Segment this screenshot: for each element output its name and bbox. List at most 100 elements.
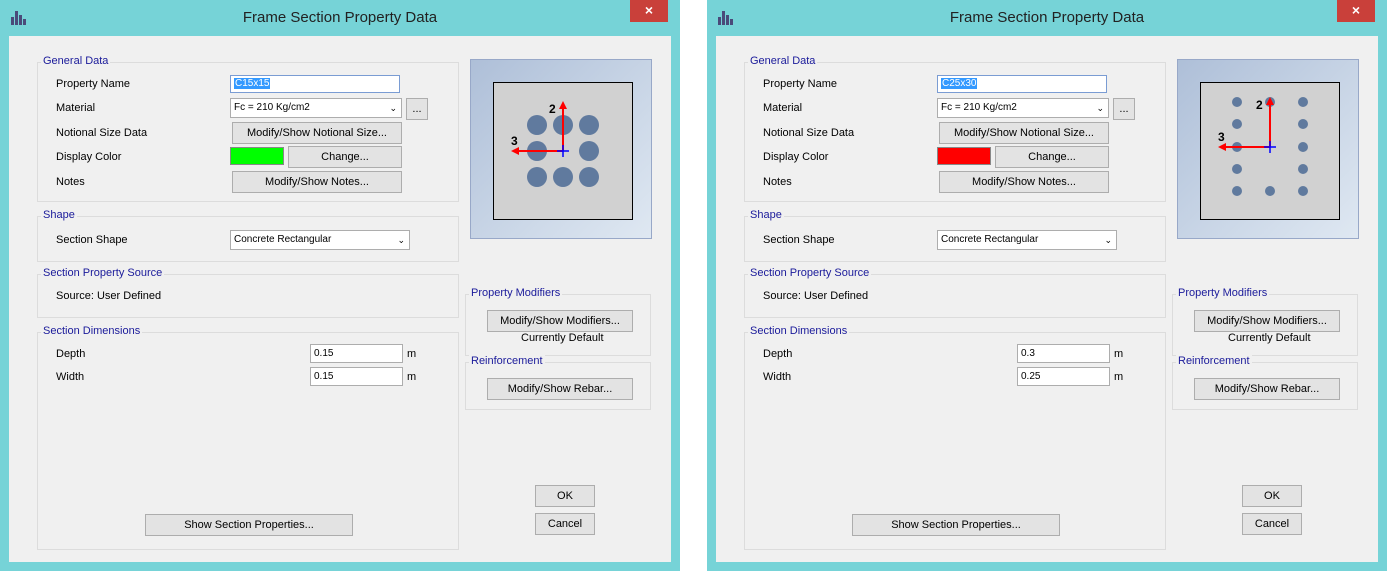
material-select[interactable]: Fc = 210 Kg/cm2 ⌄ <box>230 98 402 118</box>
axis-2-label: 2 <box>1256 98 1263 112</box>
ok-button[interactable]: OK <box>535 485 595 507</box>
general-data-legend: General Data <box>748 55 818 67</box>
depth-input[interactable]: 0.15 <box>310 344 403 363</box>
close-button[interactable]: × <box>630 0 668 22</box>
axis-3-label: 3 <box>1218 130 1225 144</box>
section-property-source-legend: Section Property Source <box>41 267 165 279</box>
display-color-label: Display Color <box>763 151 829 163</box>
section-dimensions-legend: Section Dimensions <box>748 325 850 337</box>
width-unit: m <box>407 371 417 383</box>
section-shape-label: Section Shape <box>763 234 835 246</box>
close-button[interactable]: × <box>1337 0 1375 22</box>
rebar-bar <box>553 167 573 187</box>
axis-2-label: 2 <box>549 102 556 116</box>
rebar-bar <box>579 115 599 135</box>
width-label: Width <box>56 371 85 383</box>
change-color-button[interactable]: Change... <box>288 146 402 168</box>
dialog-body: General Data Property Name C15x15 Materi… <box>9 36 671 562</box>
rebar-bar <box>1232 97 1242 107</box>
rebar-bar <box>579 167 599 187</box>
section-diagram: 23 <box>1218 97 1308 196</box>
property-name-input[interactable]: C15x15 <box>230 75 400 93</box>
section-diagram: 23 <box>511 101 599 187</box>
section-preview: 23 <box>470 59 652 239</box>
rebar-bar <box>527 167 547 187</box>
rebar-bar <box>527 115 547 135</box>
modifiers-status: Currently Default <box>1228 332 1311 344</box>
shape-legend: Shape <box>748 209 784 221</box>
modify-modifiers-button[interactable]: Modify/Show Modifiers... <box>1194 310 1340 332</box>
material-ellipsis-button[interactable]: ... <box>1113 98 1135 120</box>
material-value: Fc = 210 Kg/cm2 <box>234 102 310 113</box>
property-name-input[interactable]: C25x30 <box>937 75 1107 93</box>
display-color-swatch <box>937 147 991 165</box>
frame-section-dialog-c15x15: Frame Section Property Data × General Da… <box>0 0 680 571</box>
change-color-button[interactable]: Change... <box>995 146 1109 168</box>
modifiers-status: Currently Default <box>521 332 604 344</box>
axis-3-arrowhead <box>511 147 519 155</box>
width-input[interactable]: 0.25 <box>1017 367 1110 386</box>
material-label: Material <box>56 102 96 114</box>
notes-label: Notes <box>56 176 85 188</box>
width-unit: m <box>1114 371 1124 383</box>
notional-size-button[interactable]: Modify/Show Notional Size... <box>232 122 402 144</box>
section-shape-value: Concrete Rectangular <box>234 234 332 245</box>
frame-section-dialog-c25x30: Frame Section Property Data × General Da… <box>707 0 1387 571</box>
rebar-bar <box>1232 164 1242 174</box>
title-bar: Frame Section Property Data × <box>0 0 680 36</box>
depth-unit: m <box>407 348 417 360</box>
notes-button[interactable]: Modify/Show Notes... <box>939 171 1109 193</box>
cancel-button[interactable]: Cancel <box>535 513 595 535</box>
rebar-bar <box>1298 142 1308 152</box>
title-bar: Frame Section Property Data × <box>707 0 1387 36</box>
notes-button[interactable]: Modify/Show Notes... <box>232 171 402 193</box>
depth-input[interactable]: 0.3 <box>1017 344 1110 363</box>
axis-3-label: 3 <box>511 134 518 148</box>
rebar-bar <box>579 141 599 161</box>
depth-label: Depth <box>56 348 86 360</box>
chevron-down-icon: ⌄ <box>1104 235 1112 245</box>
rebar-bar <box>1298 164 1308 174</box>
rebar-bar <box>1232 186 1242 196</box>
section-shape-select[interactable]: Concrete Rectangular ⌄ <box>230 230 410 250</box>
reinforcement-legend: Reinforcement <box>1176 355 1252 367</box>
ok-button[interactable]: OK <box>1242 485 1302 507</box>
material-ellipsis-button[interactable]: ... <box>406 98 428 120</box>
show-section-properties-button[interactable]: Show Section Properties... <box>852 514 1060 536</box>
rebar-bar <box>1298 97 1308 107</box>
property-modifiers-legend: Property Modifiers <box>469 287 563 299</box>
modify-rebar-button[interactable]: Modify/Show Rebar... <box>1194 378 1340 400</box>
source-text: Source: User Defined <box>56 290 162 302</box>
window-title: Frame Section Property Data <box>242 9 438 26</box>
dialog-body: General Data Property Name C25x30 Materi… <box>716 36 1378 562</box>
chevron-down-icon: ⌄ <box>1096 103 1104 113</box>
section-property-source-legend: Section Property Source <box>748 267 872 279</box>
show-section-properties-button[interactable]: Show Section Properties... <box>145 514 353 536</box>
modify-rebar-button[interactable]: Modify/Show Rebar... <box>487 378 633 400</box>
shape-legend: Shape <box>41 209 77 221</box>
property-modifiers-legend: Property Modifiers <box>1176 287 1270 299</box>
property-name-label: Property Name <box>56 78 130 90</box>
property-name-label: Property Name <box>763 78 837 90</box>
material-select[interactable]: Fc = 210 Kg/cm2 ⌄ <box>937 98 1109 118</box>
section-dimensions-legend: Section Dimensions <box>41 325 143 337</box>
cancel-button[interactable]: Cancel <box>1242 513 1302 535</box>
notes-label: Notes <box>763 176 792 188</box>
rebar-bar <box>1232 119 1242 129</box>
depth-label: Depth <box>763 348 793 360</box>
axis-3-arrowhead <box>1218 143 1226 151</box>
display-color-label: Display Color <box>56 151 122 163</box>
chevron-down-icon: ⌄ <box>389 103 397 113</box>
notional-size-button[interactable]: Modify/Show Notional Size... <box>939 122 1109 144</box>
reinforcement-legend: Reinforcement <box>469 355 545 367</box>
section-shape-label: Section Shape <box>56 234 128 246</box>
section-preview: 23 <box>1177 59 1359 239</box>
axis-2-arrowhead <box>559 101 567 109</box>
rebar-bar <box>1265 186 1275 196</box>
section-shape-value: Concrete Rectangular <box>941 234 1039 245</box>
source-text: Source: User Defined <box>763 290 869 302</box>
section-shape-select[interactable]: Concrete Rectangular ⌄ <box>937 230 1117 250</box>
rebar-bar <box>1298 119 1308 129</box>
modify-modifiers-button[interactable]: Modify/Show Modifiers... <box>487 310 633 332</box>
width-input[interactable]: 0.15 <box>310 367 403 386</box>
